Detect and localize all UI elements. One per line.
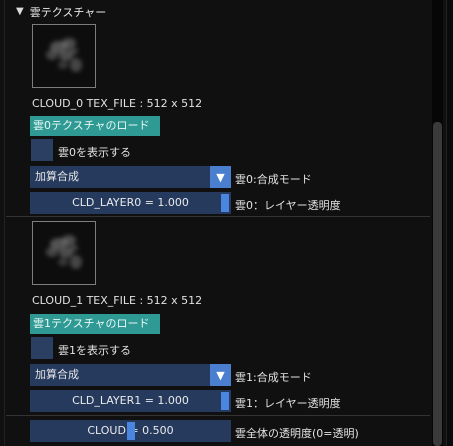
cloud0-blend-mode-value: 加算合成 — [35, 170, 79, 183]
cloud1-blend-mode-value: 加算合成 — [35, 368, 79, 381]
cloud0-blend-mode-label: 雲0:合成モード — [235, 173, 312, 186]
cloud1-show-label: 雲1を表示する — [58, 344, 131, 357]
cloud0-layer-label: 雲0：レイヤー透明度 — [235, 199, 341, 212]
cloud-global-opacity-label: 雲全体の透明度(0=透明) — [235, 427, 359, 440]
separator — [6, 216, 430, 217]
panel-left-guide — [4, 0, 5, 446]
cloud1-layer-label: 雲1：レイヤー透明度 — [235, 397, 341, 410]
cloud1-layer-slider-text: CLD_LAYER1 = 1.000 — [72, 394, 189, 407]
cloud0-texture-image — [46, 38, 82, 72]
separator — [6, 415, 430, 416]
slider-grab[interactable] — [221, 194, 229, 212]
cloud1-texture-image — [46, 235, 82, 269]
cloud0-load-texture-button[interactable]: 雲0テクスチャのロード — [30, 116, 160, 136]
cloud1-texture-preview — [32, 221, 96, 285]
slider-grab[interactable] — [126, 422, 135, 440]
cloud1-blend-mode-combo[interactable]: 加算合成 ▼ — [30, 364, 231, 386]
cloud-global-opacity-slider[interactable]: CLOUD = 0.500 — [30, 420, 231, 442]
cloud1-blend-mode-label: 雲1:合成モード — [235, 371, 312, 384]
cloud0-show-checkbox[interactable] — [31, 139, 53, 161]
section-title: 雲テクスチャー — [29, 6, 107, 19]
dropdown-arrow-icon[interactable]: ▼ — [210, 166, 231, 188]
cloud1-layer-slider[interactable]: CLD_LAYER1 = 1.000 — [30, 390, 231, 412]
cloud0-texture-preview — [32, 24, 96, 88]
triangle-down-icon: ▼ — [16, 6, 24, 17]
cloud1-load-texture-button[interactable]: 雲1テクスチャのロード — [30, 314, 160, 334]
cloud0-blend-mode-combo[interactable]: 加算合成 ▼ — [30, 166, 231, 188]
cloud0-layer-slider[interactable]: CLD_LAYER0 = 1.000 — [30, 192, 231, 214]
cloud1-tex-info: CLOUD_1 TEX_FILE : 512 x 512 — [32, 294, 203, 307]
cloud-texture-panel: ▼ 雲テクスチャー CLOUD_0 TEX_FILE : 512 x 512 雲… — [0, 0, 453, 446]
section-header-cloud-texture[interactable]: ▼ 雲テクスチャー — [16, 4, 106, 20]
cloud1-show-checkbox[interactable] — [31, 337, 53, 359]
cloud0-show-label: 雲0を表示する — [58, 146, 131, 159]
dropdown-arrow-icon[interactable]: ▼ — [210, 364, 231, 386]
scrollbar-thumb[interactable] — [433, 122, 442, 446]
slider-grab[interactable] — [221, 392, 229, 410]
window-edge — [446, 0, 453, 446]
cloud0-tex-info: CLOUD_0 TEX_FILE : 512 x 512 — [32, 97, 203, 110]
cloud0-layer-slider-text: CLD_LAYER0 = 1.000 — [72, 196, 189, 209]
